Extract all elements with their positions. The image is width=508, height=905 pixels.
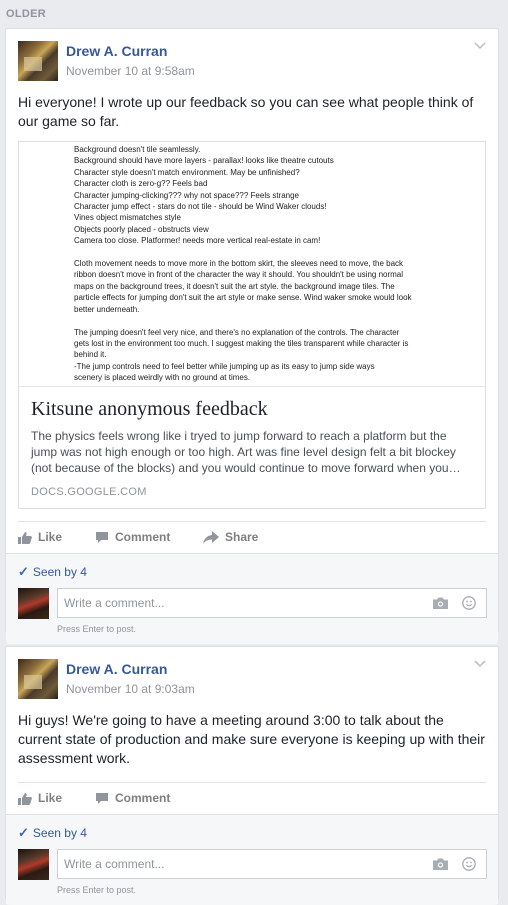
chevron-down-icon[interactable] xyxy=(474,41,486,53)
seen-indicator[interactable]: ✓ Seen by 4 xyxy=(18,564,87,580)
check-icon: ✓ xyxy=(18,564,29,579)
camera-icon[interactable] xyxy=(433,858,448,870)
avatar[interactable] xyxy=(18,659,58,699)
comment-icon xyxy=(96,531,108,543)
press-enter-hint: Press Enter to post. xyxy=(57,885,137,895)
link-domain: DOCS.GOOGLE.COM xyxy=(31,486,147,498)
comment-icon xyxy=(96,792,108,804)
post-header: Drew A. Curran November 10 at 9:58am xyxy=(6,29,498,85)
comment-box[interactable] xyxy=(57,849,487,879)
avatar[interactable] xyxy=(18,41,58,81)
post-header: Drew A. Curran November 10 at 9:03am xyxy=(6,647,498,703)
section-label-older: OLDER xyxy=(6,8,46,20)
like-button[interactable]: Like xyxy=(18,530,62,544)
document-preview-text: Background doesn't tile seamlessly. Back… xyxy=(74,145,412,383)
comment-input[interactable] xyxy=(64,857,414,871)
press-enter-hint: Press Enter to post. xyxy=(57,624,137,634)
share-icon xyxy=(203,530,219,544)
like-label: Like xyxy=(38,791,63,805)
comment-box[interactable] xyxy=(57,588,487,618)
like-label: Like xyxy=(38,530,63,544)
seen-count: Seen by 4 xyxy=(32,826,87,840)
chevron-down-icon[interactable] xyxy=(474,659,486,671)
like-icon xyxy=(18,531,32,544)
seen-count: Seen by 4 xyxy=(32,565,87,579)
comment-button[interactable]: Comment xyxy=(95,530,170,544)
post-timestamp[interactable]: November 10 at 9:03am xyxy=(66,682,195,696)
post-text: Hi everyone! I wrote up our feedback so … xyxy=(18,94,474,129)
commenter-avatar xyxy=(18,849,49,880)
like-button[interactable]: Like xyxy=(18,791,62,805)
check-icon: ✓ xyxy=(18,825,29,840)
post-feedback: Drew A. Curran November 10 at 9:58am Hi … xyxy=(5,28,499,644)
emoji-icon[interactable] xyxy=(462,596,476,610)
link-preview-card[interactable]: Background doesn't tile seamlessly. Back… xyxy=(18,141,486,509)
comment-label: Comment xyxy=(115,791,171,805)
post-meeting: Drew A. Curran November 10 at 9:03am Hi … xyxy=(5,646,499,905)
like-icon xyxy=(18,792,32,805)
comments-area: ✓ Seen by 4 Press Enter to post. xyxy=(6,814,498,905)
share-label: Share xyxy=(225,530,259,544)
emoji-icon[interactable] xyxy=(462,857,476,871)
comment-input[interactable] xyxy=(64,596,414,610)
camera-icon[interactable] xyxy=(433,597,448,609)
comments-area: ✓ Seen by 4 Press Enter to post. xyxy=(6,553,498,644)
link-title[interactable]: Kitsune anonymous feedback xyxy=(31,397,473,421)
post-text: Hi guys! We're going to have a meeting a… xyxy=(18,712,485,766)
post-actions: Like Comment xyxy=(18,782,486,814)
commenter-avatar xyxy=(18,588,49,619)
author-name[interactable]: Drew A. Curran xyxy=(66,661,167,677)
author-name[interactable]: Drew A. Curran xyxy=(66,43,167,59)
link-description: The physics feels wrong like i tryed to … xyxy=(31,429,461,475)
comment-label: Comment xyxy=(115,530,171,544)
document-preview-image[interactable]: Background doesn't tile seamlessly. Back… xyxy=(19,142,485,387)
post-actions: Like Comment Share xyxy=(18,521,486,553)
share-button[interactable]: Share xyxy=(203,530,258,544)
comment-button[interactable]: Comment xyxy=(95,791,170,805)
post-timestamp[interactable]: November 10 at 9:58am xyxy=(66,64,195,78)
seen-indicator[interactable]: ✓ Seen by 4 xyxy=(18,825,87,841)
link-card-body: Kitsune anonymous feedback The physics f… xyxy=(19,387,485,508)
